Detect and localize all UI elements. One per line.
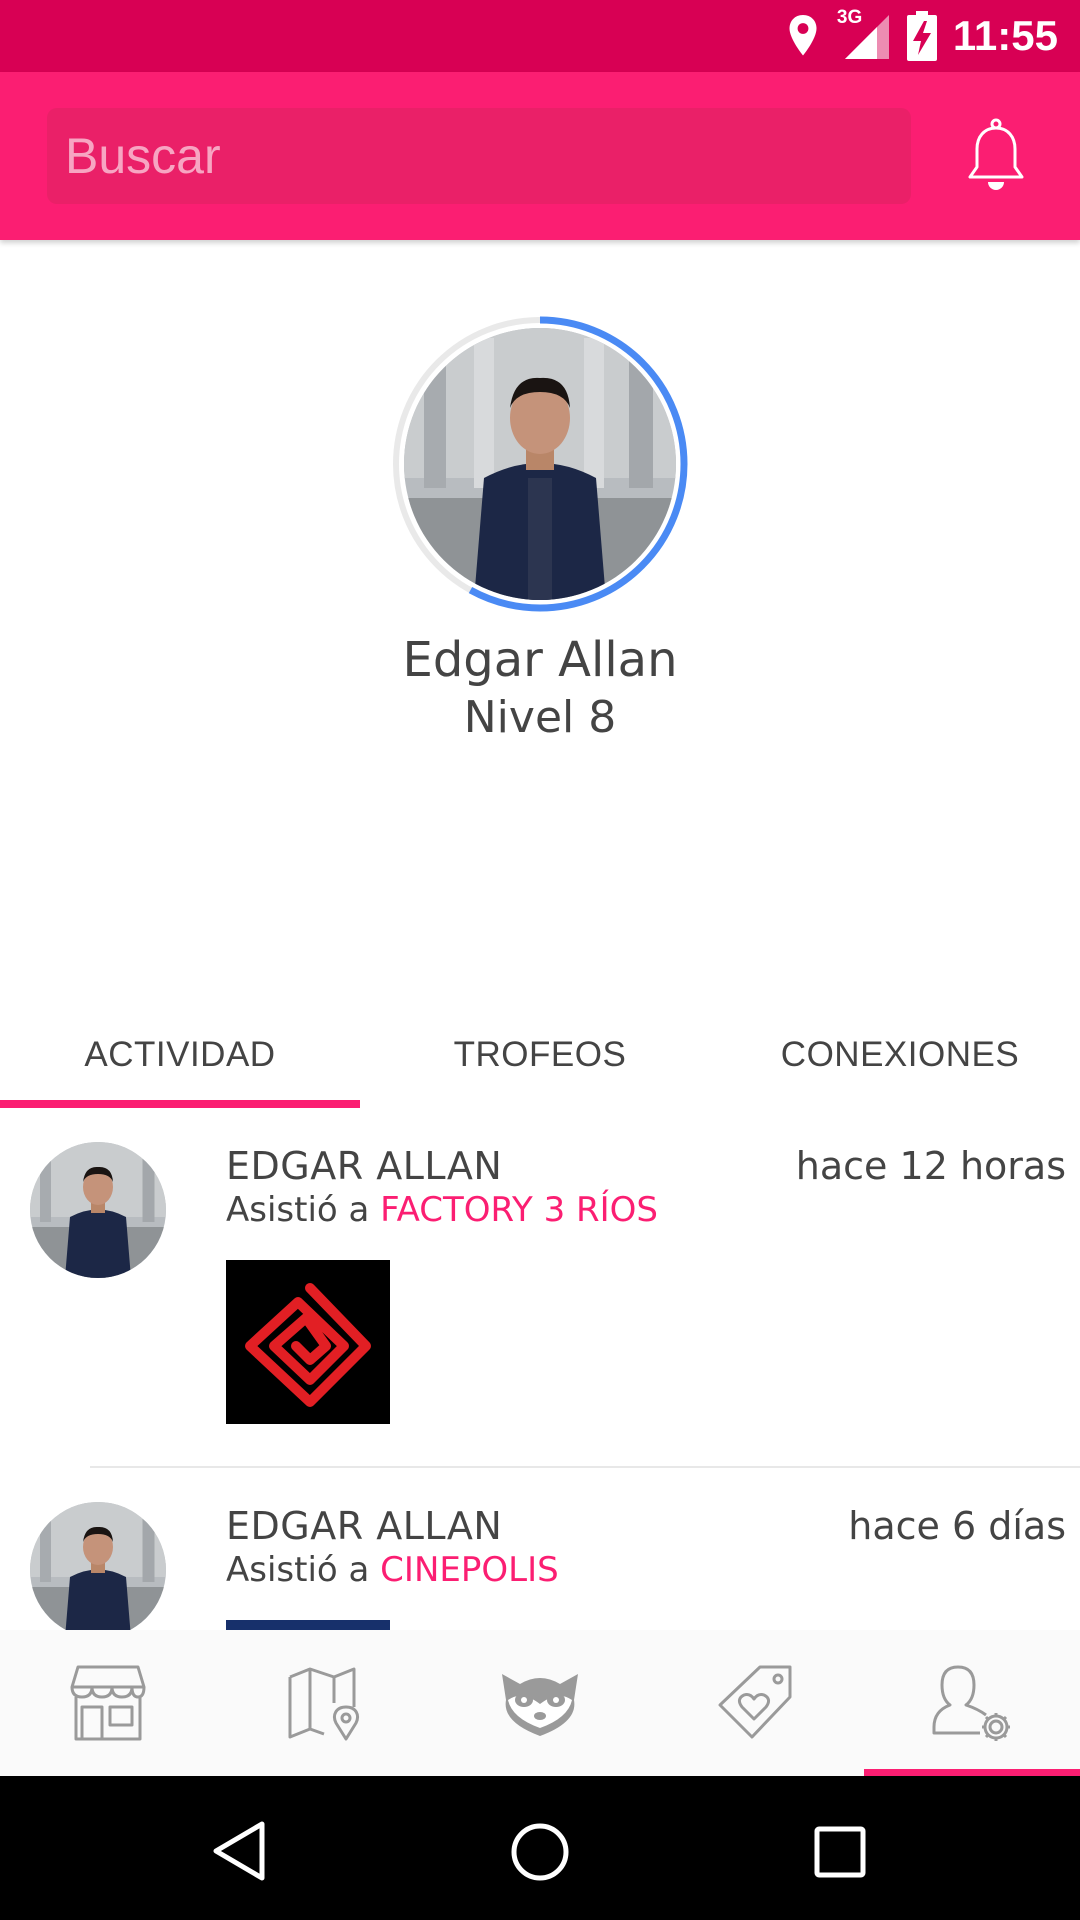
nav-active-indicator [864, 1769, 1080, 1776]
cinepolis-logo-icon [226, 1620, 390, 1630]
feed-user-name: EDGAR ALLAN [226, 1504, 503, 1548]
feed-venue-link[interactable]: FACTORY 3 RÍOS [380, 1190, 658, 1230]
spiral-logo-icon [245, 1283, 371, 1407]
nav-home[interactable] [432, 1630, 648, 1776]
feed-timestamp: hace 12 horas [795, 1144, 1066, 1188]
profile-level: Nivel 8 [463, 692, 617, 743]
recents-square-icon [814, 1826, 866, 1878]
nav-stores[interactable] [0, 1630, 216, 1776]
status-time: 11:55 [952, 12, 1058, 59]
status-bar: 3G 11:55 [0, 0, 1080, 72]
feed-action-verb: Asistió a [226, 1550, 370, 1590]
feed-venue-thumbnail[interactable] [226, 1620, 390, 1630]
back-triangle-icon [213, 1821, 265, 1881]
system-navigation-bar [0, 1776, 1080, 1920]
raccoon-icon [502, 1674, 578, 1736]
feed-action-text: Asistió a FACTORY 3 RÍOS [226, 1190, 658, 1230]
feed-user-name: EDGAR ALLAN [226, 1144, 503, 1188]
nav-profile-settings[interactable] [864, 1630, 1080, 1776]
tab-trofeos[interactable]: TROFEOS [360, 1000, 720, 1110]
map-icon [288, 1667, 360, 1741]
profile-name: Edgar Allan [402, 632, 678, 688]
activity-feed[interactable]: EDGAR ALLAN hace 12 horas Asistió a FACT… [0, 1110, 1080, 1630]
profile-photo [404, 328, 676, 600]
user-settings-icon [932, 1665, 1010, 1741]
feed-action-verb: Asistió a [226, 1190, 370, 1230]
nav-map[interactable] [216, 1630, 432, 1776]
feed-action-text: Asistió a CINEPOLIS [226, 1550, 559, 1590]
tab-conexiones[interactable]: CONEXIONES [720, 1000, 1080, 1110]
feed-venue-link[interactable]: CINEPOLIS [380, 1550, 559, 1590]
tag-heart-icon [718, 1665, 792, 1739]
profile-header: Edgar Allan Nivel 8 [0, 240, 1080, 1000]
feed-divider [90, 1466, 1080, 1468]
nav-favorites[interactable] [648, 1630, 864, 1776]
app-bar [0, 72, 1080, 240]
location-icon [789, 15, 817, 56]
tab-actividad[interactable]: ACTIVIDAD [0, 1000, 360, 1110]
notifications-button[interactable] [960, 116, 1032, 196]
store-icon [70, 1665, 146, 1741]
bell-icon [968, 118, 1024, 190]
search-input[interactable] [47, 108, 911, 204]
home-button[interactable] [500, 1812, 580, 1892]
signal-icon: 3G [837, 7, 891, 61]
feed-item[interactable]: EDGAR ALLAN hace 6 días Asistió a CINEPO… [0, 1470, 1080, 1630]
status-icons: 3G 11:55 [785, 0, 1058, 72]
bottom-navigation [0, 1630, 1080, 1776]
feed-timestamp: hace 6 días [848, 1504, 1066, 1548]
feed-venue-thumbnail[interactable] [226, 1260, 390, 1424]
profile-tabs: ACTIVIDAD TROFEOS CONEXIONES [0, 1000, 1080, 1110]
back-button[interactable] [200, 1816, 280, 1886]
feed-avatar [30, 1142, 166, 1278]
recents-button[interactable] [800, 1812, 880, 1892]
feed-item[interactable]: EDGAR ALLAN hace 12 horas Asistió a FACT… [0, 1110, 1080, 1470]
battery-charging-icon [906, 11, 937, 61]
home-circle-icon [511, 1823, 569, 1881]
feed-avatar [30, 1502, 166, 1630]
tab-active-indicator [0, 1100, 360, 1108]
profile-avatar[interactable] [390, 314, 690, 614]
